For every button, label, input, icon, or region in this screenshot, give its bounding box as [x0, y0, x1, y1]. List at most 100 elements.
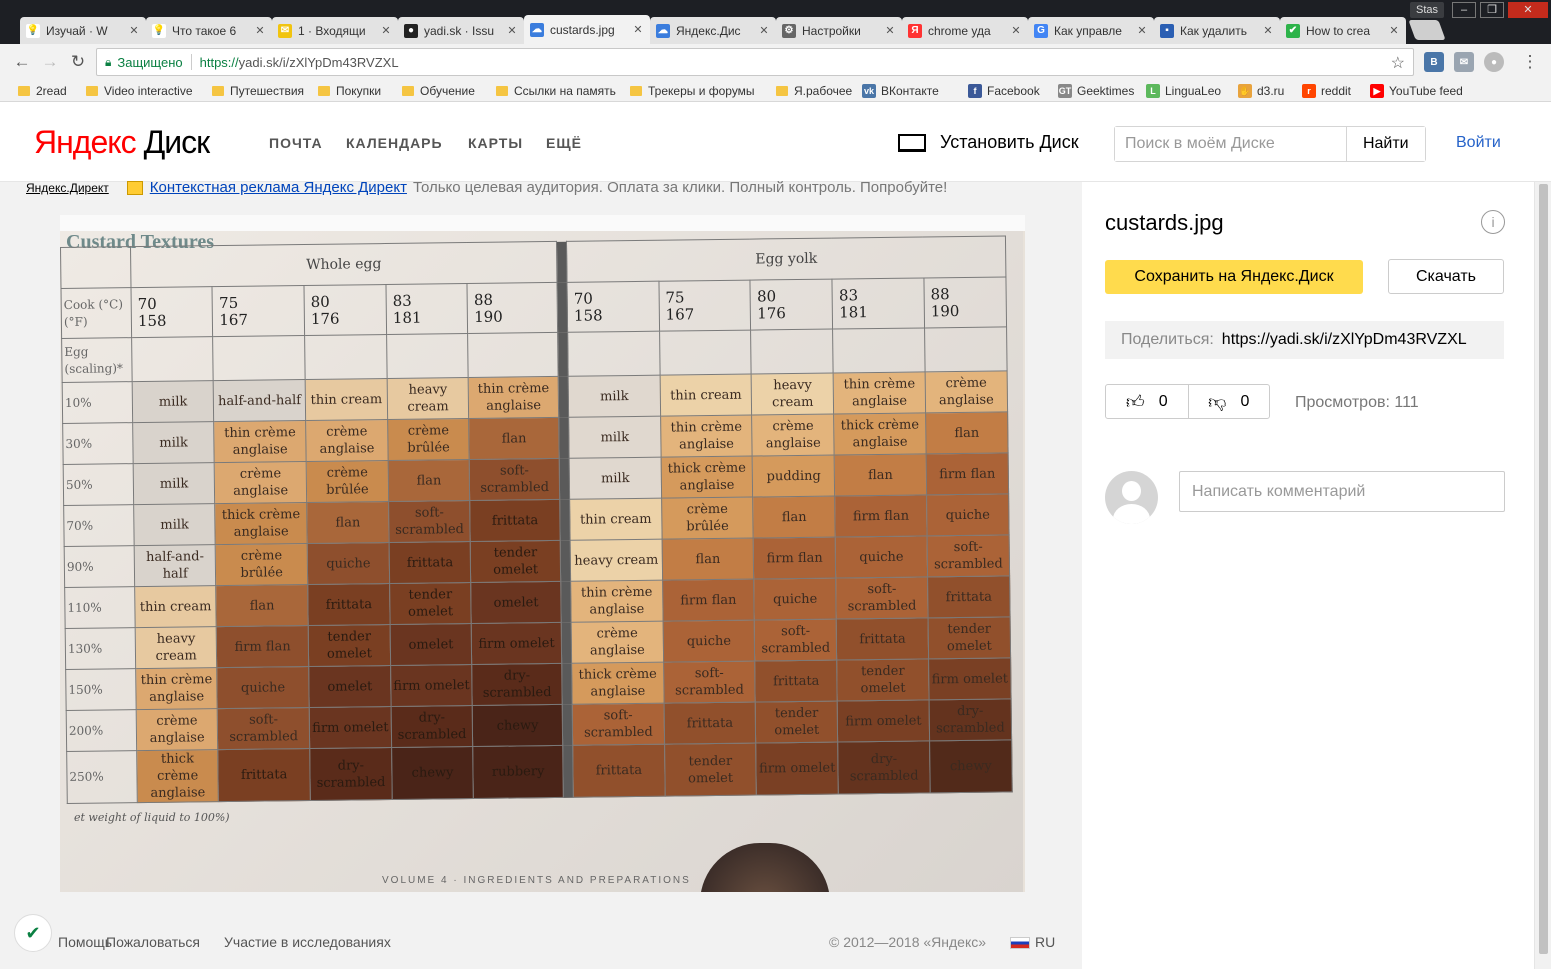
- shield-check-icon[interactable]: ✔: [14, 914, 52, 952]
- bookmark-12[interactable]: ✋ d3.ru: [1238, 83, 1284, 99]
- custard-table: Whole egg Egg yolk Cook (°C) (°F) 70 158 75 167…: [60, 235, 1013, 804]
- tab-10[interactable]: ✔ How to crea ✕: [1280, 17, 1406, 44]
- tab-close-icon[interactable]: ✕: [758, 24, 770, 37]
- tab-6[interactable]: ⚙ Настройки ✕: [776, 17, 902, 44]
- nav-calendar[interactable]: КАЛЕНДАРЬ: [346, 135, 443, 151]
- windows-icon: ▪: [1160, 23, 1174, 38]
- yandex-disk-logo[interactable]: Яндекс Диск: [34, 124, 210, 160]
- dislike-button[interactable]: 👎︎ 0: [1187, 385, 1270, 418]
- footer-help-link[interactable]: Помощь: [58, 934, 112, 950]
- texture-cell: milk: [132, 421, 215, 464]
- tab-close-icon[interactable]: ✕: [254, 24, 266, 37]
- image-frame: Custard Textures Whole egg Egg yolk Cook (…: [60, 215, 1025, 892]
- tab-title: yadi.sk · Issu: [424, 23, 495, 38]
- tab-title: 1 · Входящи: [298, 23, 366, 38]
- bookmark-8[interactable]: vk ВКонтакте: [862, 83, 939, 99]
- minimize-button[interactable]: –: [1452, 2, 1476, 18]
- texture-cell: soft-scrambled: [388, 500, 471, 543]
- bookmark-4[interactable]: Обучение: [402, 83, 475, 99]
- tab-0[interactable]: 💡 Изучай · W ✕: [20, 17, 146, 44]
- temp-header: 80 176: [750, 279, 833, 331]
- tab-4[interactable]: ☁ custards.jpg ✕: [524, 15, 650, 44]
- bookmark-star-icon[interactable]: ☆: [1391, 53, 1405, 73]
- tab-2[interactable]: ✉ 1 · Входящи ✕: [272, 17, 398, 44]
- copyright: © 2012—2018 «Яндекс»: [829, 934, 987, 950]
- bookmark-14[interactable]: ▶ YouTube feed: [1370, 83, 1463, 99]
- bookmark-1[interactable]: Video interactive: [86, 83, 193, 99]
- footer-complain-link[interactable]: Пожаловаться: [106, 934, 200, 950]
- new-tab-button[interactable]: [1408, 20, 1446, 40]
- tab-3[interactable]: ● yadi.sk · Issu ✕: [398, 17, 524, 44]
- bookmark-11[interactable]: L LinguaLeo: [1146, 83, 1221, 99]
- texture-cell: quiche: [835, 535, 928, 579]
- temp-c: 83: [838, 285, 859, 304]
- tab-5[interactable]: ☁ Яндекс.Дис ✕: [650, 17, 776, 44]
- forward-icon[interactable]: →: [40, 53, 60, 71]
- tab-close-icon[interactable]: ✕: [506, 24, 518, 37]
- tab-close-icon[interactable]: ✕: [380, 24, 392, 37]
- back-icon[interactable]: ←: [12, 53, 32, 71]
- bookmark-10[interactable]: GT Geektimes: [1058, 83, 1134, 99]
- info-icon[interactable]: i: [1481, 210, 1505, 234]
- close-window-button[interactable]: ✕: [1508, 2, 1548, 18]
- chrome-menu-icon[interactable]: ⋮: [1520, 53, 1540, 71]
- bookmark-3[interactable]: Покупки: [318, 83, 381, 99]
- site-icon: ▶: [1370, 84, 1384, 98]
- scrollbar-thumb[interactable]: [1539, 184, 1548, 954]
- photo[interactable]: Custard Textures Whole egg Egg yolk Cook (…: [60, 231, 1025, 892]
- bookmark-2[interactable]: Путешествия: [212, 83, 304, 99]
- site-icon: L: [1146, 84, 1160, 98]
- tab-9[interactable]: ▪ Как удалить ✕: [1154, 17, 1280, 44]
- bookmark-9[interactable]: f Facebook: [968, 83, 1040, 99]
- tab-close-icon[interactable]: ✕: [1262, 24, 1274, 37]
- nav-maps[interactable]: КАРТЫ: [468, 135, 523, 151]
- ad-link[interactable]: Контекстная реклама Яндекс Директ: [150, 179, 407, 196]
- bookmark-13[interactable]: r reddit: [1302, 83, 1351, 99]
- vk-extension-icon[interactable]: B: [1424, 52, 1444, 72]
- texture-cell: crème anglaise: [305, 419, 389, 462]
- empty-corner: [60, 246, 132, 289]
- address-bar[interactable]: 🔒︎ Защищено https:// yadi.sk/i/zXlYpDm43…: [96, 48, 1414, 76]
- download-button[interactable]: Скачать: [1388, 259, 1504, 294]
- tab-7[interactable]: Яchrome уда ✕: [902, 17, 1028, 44]
- ad-source-link[interactable]: Яндекс.Директ: [26, 181, 109, 195]
- bookmark-5[interactable]: Ссылки на память: [496, 83, 616, 99]
- mail-extension-icon[interactable]: ✉: [1454, 52, 1474, 72]
- texture-cell: half-and-half: [213, 379, 306, 422]
- share-url[interactable]: https://yadi.sk/i/zXlYpDm43RVZXL: [1222, 331, 1467, 349]
- footer-research-link[interactable]: Участие в исследованиях: [224, 934, 391, 950]
- bookmark-6[interactable]: Трекеры и форумы: [630, 83, 755, 99]
- group-whole-egg: Whole egg: [130, 241, 558, 288]
- save-to-disk-button[interactable]: Сохранить на Яндекс.Диск: [1105, 260, 1363, 294]
- folder-icon: [212, 86, 224, 96]
- tab-close-icon[interactable]: ✕: [632, 23, 644, 36]
- profile-button[interactable]: Stas: [1410, 2, 1445, 18]
- texture-cell: rubbery: [472, 745, 564, 799]
- like-button[interactable]: 👍︎ 0: [1106, 385, 1188, 418]
- comment-input[interactable]: Написать комментарий: [1179, 471, 1505, 512]
- tab-close-icon[interactable]: ✕: [1010, 24, 1022, 37]
- nav-mail[interactable]: ПОЧТА: [269, 135, 323, 151]
- tab-close-icon[interactable]: ✕: [128, 24, 140, 37]
- tab-8[interactable]: G Как управле ✕: [1028, 17, 1154, 44]
- login-link[interactable]: Войти: [1456, 134, 1501, 152]
- texture-cell: crème brûlée: [387, 418, 470, 461]
- reload-icon[interactable]: ↻: [68, 53, 88, 71]
- language-switch[interactable]: RU: [1035, 934, 1055, 950]
- tab-close-icon[interactable]: ✕: [1388, 24, 1400, 37]
- tab-close-icon[interactable]: ✕: [884, 24, 896, 37]
- grey-extension-icon[interactable]: ●: [1484, 52, 1504, 72]
- tab-close-icon[interactable]: ✕: [1136, 24, 1148, 37]
- search-input[interactable]: [1115, 127, 1346, 161]
- texture-cell: frittata: [572, 744, 665, 798]
- search-button[interactable]: Найти: [1345, 127, 1425, 161]
- nav-more[interactable]: ЕЩЁ: [546, 135, 582, 151]
- maximize-button[interactable]: ❐: [1480, 2, 1504, 18]
- tab-1[interactable]: 💡 Что такое 6 ✕: [146, 17, 272, 44]
- bookmark-0[interactable]: 2read: [18, 83, 67, 99]
- empty-cell: [832, 327, 926, 374]
- install-disk-link[interactable]: Установить Диск: [898, 132, 1079, 153]
- bookmark-7[interactable]: Я.рабочее: [776, 83, 852, 99]
- texture-cell: dry-scrambled: [391, 705, 473, 748]
- scrollbar[interactable]: [1534, 182, 1551, 969]
